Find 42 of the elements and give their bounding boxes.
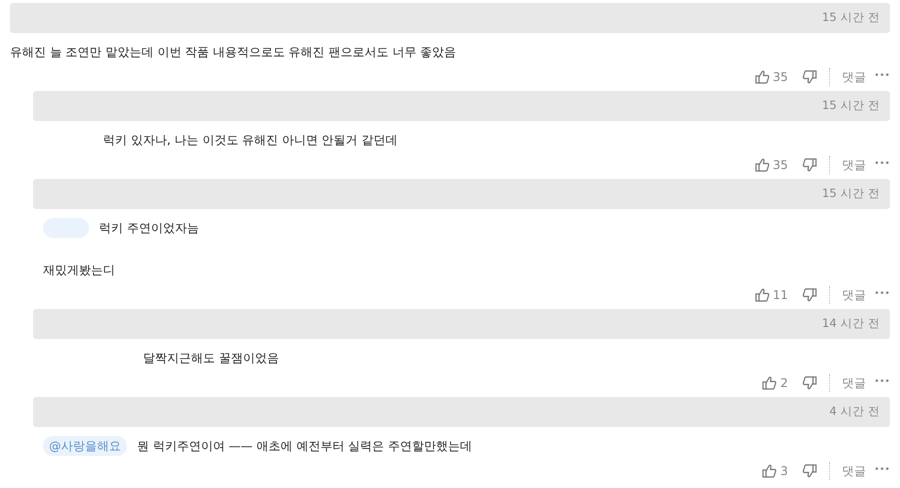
dislike-button[interactable] xyxy=(802,288,818,302)
thumbs-down-icon xyxy=(802,158,818,172)
comment-text: 뭔 럭키주연이여 —— 애초에 예전부터 실력은 주연할만했는데 xyxy=(137,438,472,455)
thumbs-down-icon xyxy=(802,288,818,302)
reply-button[interactable]: 댓글 xyxy=(842,374,866,392)
timestamp: 4 시간 전 xyxy=(829,403,880,420)
like-button[interactable]: 3 xyxy=(762,462,788,480)
thumbs-down-icon xyxy=(802,70,818,84)
like-button[interactable]: 35 xyxy=(754,156,788,174)
thumbs-up-icon xyxy=(762,376,778,390)
more-button[interactable]: ••• xyxy=(874,288,890,302)
like-button[interactable]: 11 xyxy=(754,286,788,304)
like-button[interactable]: 35 xyxy=(754,68,788,86)
comment-text: 럭키 있자나, 나는 이것도 유해진 아니면 안될거 같던데 xyxy=(103,132,398,149)
reply-button[interactable]: 댓글 xyxy=(842,286,866,304)
reply-button[interactable]: 댓글 xyxy=(842,68,866,86)
dislike-button[interactable] xyxy=(802,376,818,390)
more-button[interactable]: ••• xyxy=(874,376,890,390)
mention-tag[interactable]: @사랑을해요 xyxy=(43,436,127,456)
more-button[interactable]: ••• xyxy=(874,158,890,172)
thumbs-up-icon xyxy=(762,464,778,478)
dislike-button[interactable] xyxy=(802,158,818,172)
more-button[interactable]: ••• xyxy=(874,70,890,84)
comment-text: 럭키 주연이었자늠 xyxy=(99,220,199,237)
thumbs-up-icon xyxy=(754,158,770,172)
timestamp: 14 시간 전 xyxy=(822,315,880,332)
timestamp: 15 시간 전 xyxy=(822,185,880,202)
thumbs-down-icon xyxy=(802,376,818,390)
comment-text: 유해진 늘 조연만 맡았는데 이번 작품 내용적으로도 유해진 팬으로서도 너무 좋았음 xyxy=(10,44,456,61)
dislike-button[interactable] xyxy=(802,464,818,478)
timestamp: 15 시간 전 xyxy=(822,97,880,114)
dislike-button[interactable] xyxy=(802,70,818,84)
comment-text: 달짝지근해도 꿀잼이었음 xyxy=(143,350,279,367)
reply-button[interactable]: 댓글 xyxy=(842,462,866,480)
thumbs-up-icon xyxy=(754,70,770,84)
thumbs-down-icon xyxy=(802,464,818,478)
like-button[interactable]: 2 xyxy=(762,374,788,392)
timestamp: 15 시간 전 xyxy=(822,9,880,26)
thumbs-up-icon xyxy=(754,288,770,302)
reply-button[interactable]: 댓글 xyxy=(842,156,866,174)
comment-text: 재밌게봤는디 xyxy=(43,262,115,279)
more-button[interactable]: ••• xyxy=(874,464,890,478)
